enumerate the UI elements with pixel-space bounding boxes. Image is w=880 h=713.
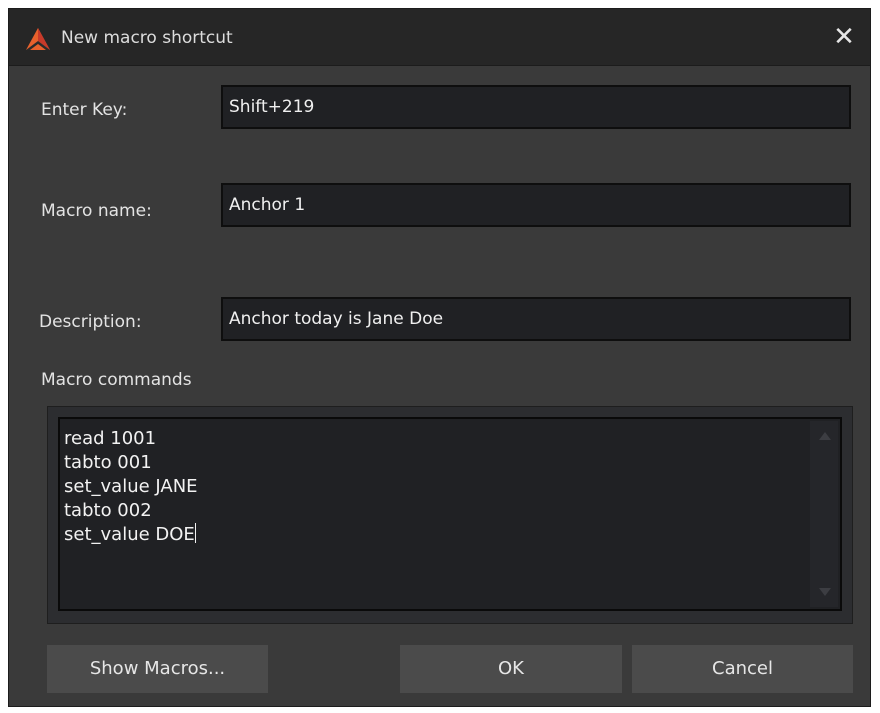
- cancel-button[interactable]: Cancel: [632, 645, 853, 693]
- scroll-up-arrow-icon[interactable]: [819, 432, 831, 440]
- macro-name-label: Macro name:: [41, 201, 152, 221]
- description-label: Description:: [39, 312, 142, 332]
- enter-key-field[interactable]: Shift+219: [221, 85, 851, 129]
- ok-button[interactable]: OK: [400, 645, 622, 693]
- command-line: read 1001: [64, 428, 157, 449]
- macro-commands-label: Macro commands: [41, 370, 192, 390]
- app-logo-icon: [26, 28, 50, 50]
- command-line: tabto 002: [64, 500, 152, 521]
- close-icon[interactable]: ✕: [828, 21, 860, 53]
- vertical-scrollbar[interactable]: [810, 421, 838, 607]
- show-macros-button[interactable]: Show Macros...: [47, 645, 268, 693]
- command-line: set_value JANE: [64, 476, 198, 497]
- command-line: set_value DOE: [64, 523, 198, 547]
- window-title: New macro shortcut: [61, 28, 233, 48]
- description-field[interactable]: Anchor today is Jane Doe: [221, 297, 851, 341]
- command-line-text: set_value DOE: [64, 524, 195, 545]
- enter-key-label: Enter Key:: [41, 100, 128, 120]
- macro-commands-textarea[interactable]: read 1001 tabto 001 set_value JANE tabto…: [58, 417, 842, 611]
- text-caret: [194, 523, 196, 543]
- macro-commands-frame: read 1001 tabto 001 set_value JANE tabto…: [47, 406, 853, 624]
- macro-dialog: New macro shortcut ✕ Enter Key: Shift+21…: [8, 8, 871, 707]
- scroll-down-arrow-icon[interactable]: [819, 588, 831, 596]
- command-line: tabto 001: [64, 452, 152, 473]
- macro-commands-text: read 1001 tabto 001 set_value JANE tabto…: [64, 427, 198, 547]
- title-bar[interactable]: New macro shortcut ✕: [9, 9, 870, 66]
- macro-name-field[interactable]: Anchor 1: [221, 183, 851, 227]
